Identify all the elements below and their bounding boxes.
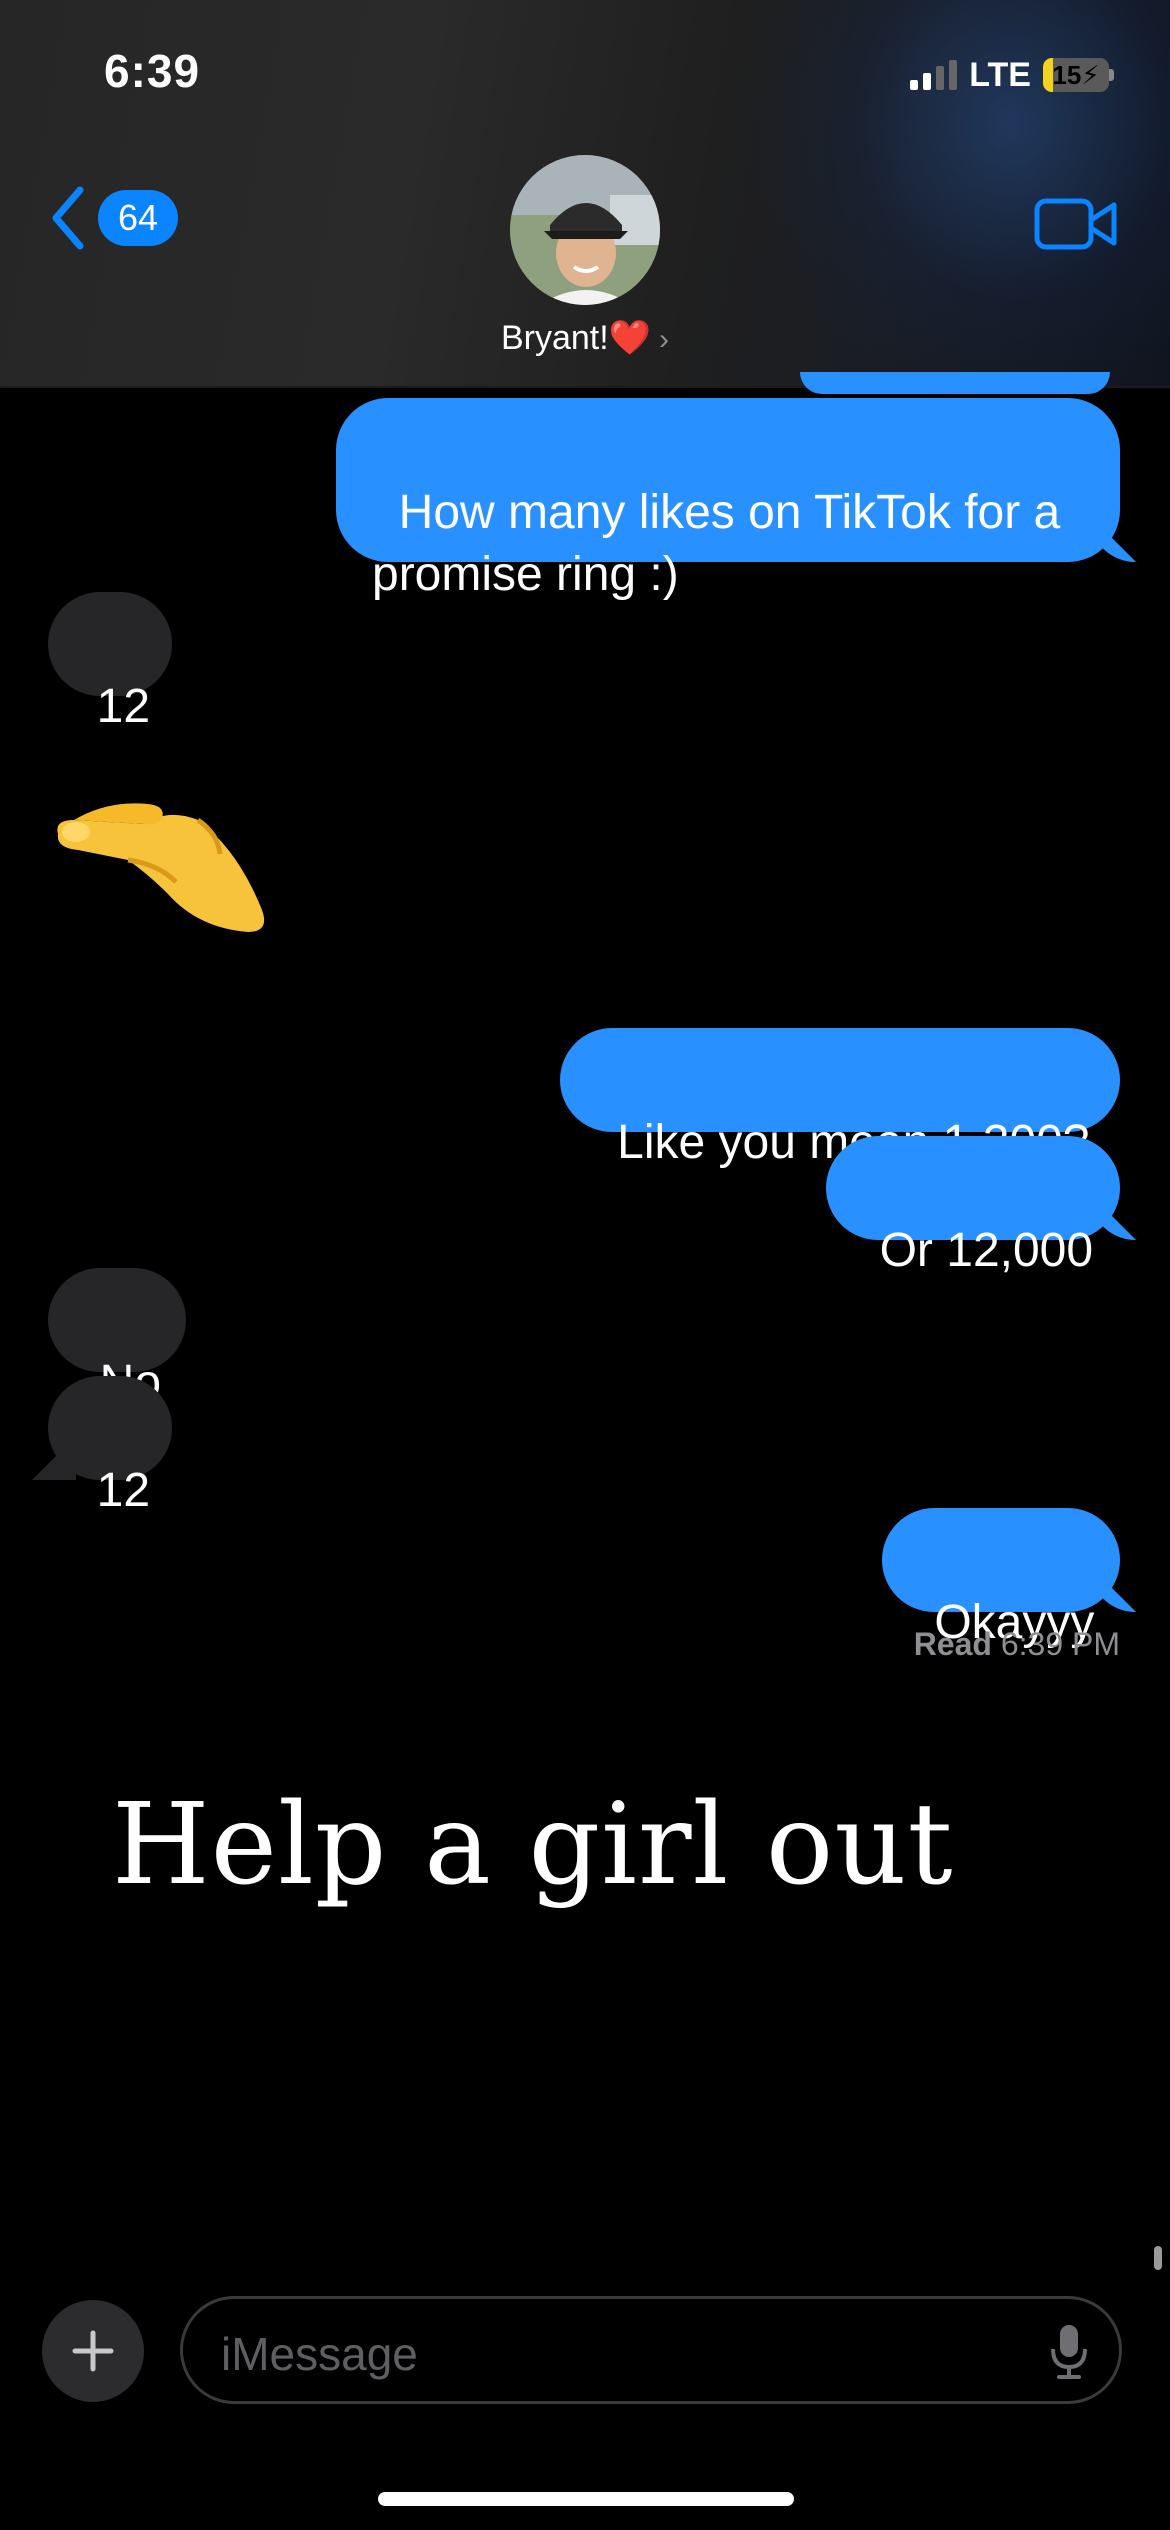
previous-message-bubble	[800, 372, 1110, 394]
message-text: 12	[96, 680, 151, 733]
message-bubble-received[interactable]: 12	[48, 592, 172, 733]
network-label: LTE	[969, 55, 1031, 94]
read-receipt: Read 6:39 PM	[914, 1626, 1120, 1663]
message-bubble-sent[interactable]: Okayyy	[882, 1508, 1120, 1649]
status-indicators: LTE 15⚡	[910, 52, 1114, 98]
overlay-caption: Help a girl out	[112, 1780, 954, 1910]
pinching-hand-emoji[interactable]	[48, 790, 278, 945]
scroll-indicator[interactable]	[1154, 2246, 1162, 2270]
contact-name-button[interactable]: Bryant!❤️ ›	[0, 318, 1170, 358]
video-camera-icon	[1034, 198, 1117, 250]
read-label: Read	[913, 1626, 992, 1662]
microphone-icon	[1051, 2325, 1087, 2379]
unread-count-badge: 64	[98, 190, 179, 246]
message-bubble-received[interactable]: No	[48, 1268, 186, 1409]
pinching-hand-icon	[57, 803, 265, 932]
read-time: 6:39 PM	[1000, 1626, 1120, 1662]
contact-avatar[interactable]	[510, 155, 660, 305]
message-bubble-received[interactable]: 12	[48, 1376, 172, 1517]
battery-level: 15	[1052, 60, 1082, 90]
plus-icon	[72, 2330, 114, 2372]
message-text: How many likes on TikTok for a promise r…	[372, 486, 1061, 601]
message-text: Or 12,000	[879, 1224, 1094, 1277]
conversation-header: 6:39 LTE 15⚡ 64 Bryant!❤️ ›	[0, 0, 1170, 400]
chevron-right-icon: ›	[659, 323, 670, 356]
video-call-button[interactable]	[1034, 196, 1118, 257]
message-input[interactable]: iMessage	[180, 2296, 1122, 2404]
message-bubble-sent[interactable]: Like you mean 1,200?	[560, 1028, 1120, 1169]
apps-plus-button[interactable]	[42, 2300, 144, 2402]
status-time: 6:39	[104, 45, 201, 97]
message-text: 12	[96, 1464, 151, 1517]
battery-icon: 15⚡	[1043, 58, 1109, 92]
charging-icon: ⚡	[1081, 60, 1100, 90]
contact-name: Bryant!❤️	[500, 319, 652, 357]
signal-icon	[910, 60, 958, 90]
message-bubble-sent[interactable]: Or 12,000	[826, 1136, 1120, 1277]
dictation-button[interactable]	[1049, 2323, 1089, 2386]
back-button[interactable]: 64	[48, 186, 179, 250]
message-bubble-sent[interactable]: How many likes on TikTok for a promise r…	[336, 398, 1120, 601]
chevron-left-icon	[52, 186, 84, 250]
home-indicator[interactable]	[378, 2492, 794, 2506]
message-input-placeholder: iMessage	[221, 2328, 418, 2380]
